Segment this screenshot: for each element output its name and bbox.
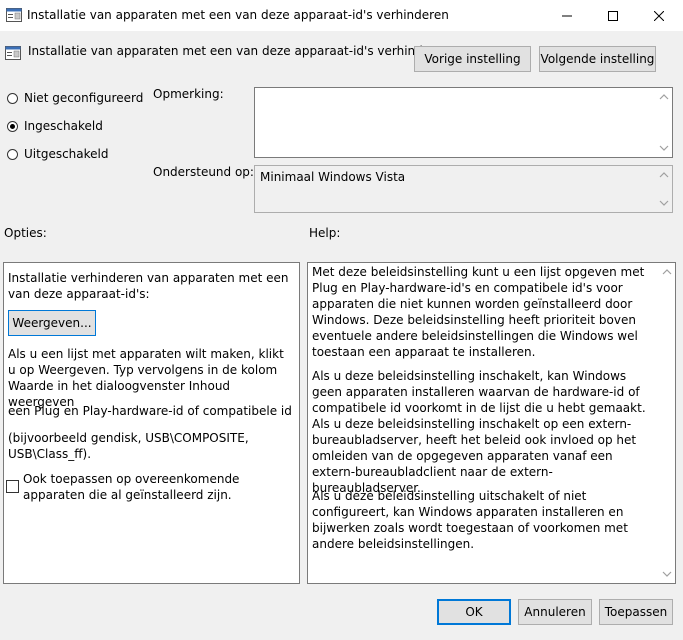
title-bar[interactable]: Installatie van apparaten met een van de… [0, 0, 683, 31]
options-intro: Installatie verhinderen van apparaten me… [8, 271, 289, 301]
radio-not-configured[interactable] [7, 93, 18, 104]
scroll-down-arrow-icon[interactable] [662, 569, 672, 579]
options-heading: Opties: [4, 226, 47, 240]
options-paragraph-3: (bijvoorbeeld gendisk, USB\COMPOSITE, US… [8, 431, 249, 461]
help-heading: Help: [309, 226, 341, 240]
cancel-button[interactable]: Annuleren [518, 599, 592, 625]
radio-disabled[interactable] [7, 149, 18, 160]
comment-scrollbar[interactable] [656, 88, 672, 157]
minimize-button[interactable] [544, 0, 590, 31]
help-paragraph-3: Als u deze beleidsinstelling uitschakelt… [312, 489, 628, 551]
comment-textarea[interactable] [254, 87, 673, 158]
apply-installed-checkbox[interactable] [6, 480, 19, 493]
radio-enabled-label[interactable]: Ingeschakeld [24, 119, 103, 133]
scroll-down-arrow-icon[interactable] [659, 143, 669, 153]
radio-enabled[interactable] [7, 121, 18, 132]
policy-icon [5, 46, 21, 60]
close-button[interactable] [636, 0, 682, 31]
apply-installed-checkbox-label[interactable]: Ook toepassen op overeenkomende apparate… [23, 471, 283, 503]
next-setting-button[interactable]: Volgende instelling [539, 46, 656, 72]
supported-on-label: Ondersteund op: [153, 165, 254, 179]
supported-on-value: Minimaal Windows Vista [260, 170, 406, 184]
policy-title: Installatie van apparaten met een van de… [28, 44, 450, 58]
supported-on-field: Minimaal Windows Vista [254, 165, 673, 213]
radio-not-configured-label[interactable]: Niet geconfigureerd [24, 91, 143, 105]
close-icon [654, 10, 664, 21]
policy-icon [6, 8, 22, 22]
minimize-icon [562, 15, 572, 16]
scroll-up-arrow-icon[interactable] [662, 267, 672, 277]
help-panel: Met deze beleidsinstelling kunt u een li… [307, 262, 676, 584]
options-panel: Installatie verhinderen van apparaten me… [3, 262, 300, 584]
scroll-down-arrow-icon[interactable] [659, 198, 669, 208]
comment-label: Opmerking: [153, 87, 224, 101]
ok-button[interactable]: OK [437, 599, 511, 625]
window-title: Installatie van apparaten met een van de… [27, 8, 449, 22]
maximize-button[interactable] [590, 0, 636, 31]
previous-setting-button[interactable]: Vorige instelling [414, 46, 531, 72]
scroll-up-arrow-icon[interactable] [659, 170, 669, 180]
apply-button[interactable]: Toepassen [599, 599, 673, 625]
help-paragraph-1: Met deze beleidsinstelling kunt u een li… [312, 265, 645, 359]
options-paragraph-2: een Plug en Play-hardware-id of compatib… [8, 404, 292, 418]
supported-scrollbar[interactable] [656, 166, 672, 212]
maximize-icon [608, 10, 618, 21]
scroll-up-arrow-icon[interactable] [659, 92, 669, 102]
show-button[interactable]: Weergeven... [8, 310, 96, 336]
options-paragraph-1: Als u een lijst met apparaten wilt maken… [8, 347, 284, 409]
help-paragraph-2: Als u deze beleidsinstelling inschakelt,… [312, 369, 646, 495]
radio-disabled-label[interactable]: Uitgeschakeld [24, 147, 109, 161]
help-scrollbar[interactable] [659, 263, 675, 583]
